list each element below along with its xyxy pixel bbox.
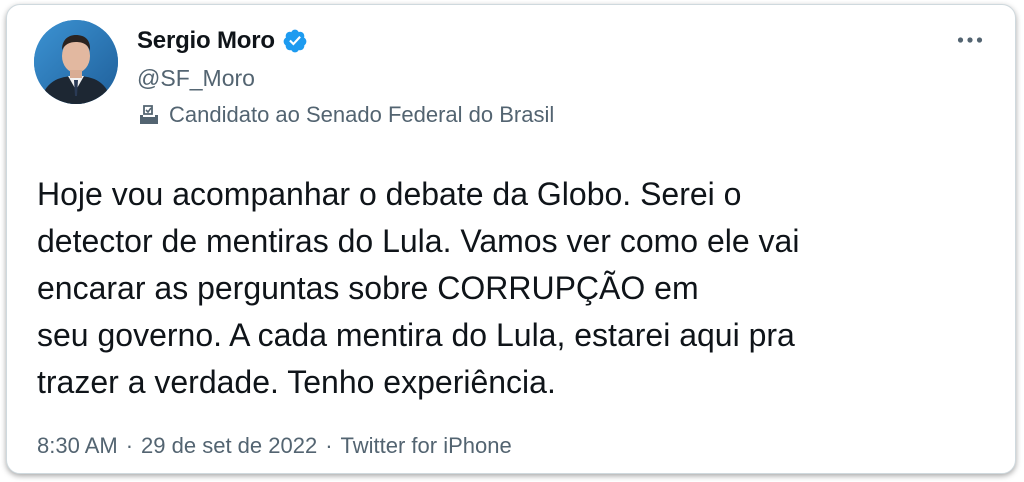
separator-dot: · xyxy=(125,433,134,458)
tweet-source[interactable]: Twitter for iPhone xyxy=(341,433,512,459)
avatar-image xyxy=(34,20,118,104)
tweet-text-line: seu governo. A cada mentira do Lula, est… xyxy=(37,317,795,353)
author-handle[interactable]: @SF_Moro xyxy=(137,65,255,92)
tweet-card: Sergio Moro @SF_Moro Candidato ao Senado… xyxy=(6,4,1016,474)
more-options-button[interactable] xyxy=(953,25,987,55)
account-label-text: Candidato ao Senado Federal do Brasil xyxy=(169,102,555,127)
more-horizontal-icon xyxy=(957,37,983,43)
verified-badge-icon xyxy=(282,28,308,54)
tweet-text-line: trazer a verdade. Tenho experiência. xyxy=(37,364,556,400)
tweet-text-line: detector de mentiras do Lula. Vamos ver … xyxy=(37,223,800,259)
tweet-text: Hoje vou acompanhar o debate da Globo. S… xyxy=(37,171,977,406)
tweet-text-line: Hoje vou acompanhar o debate da Globo. S… xyxy=(37,176,742,212)
separator-dot: · xyxy=(325,433,333,458)
ballot-box-icon xyxy=(137,103,161,127)
avatar[interactable] xyxy=(34,20,118,104)
author-name[interactable]: Sergio Moro xyxy=(137,27,275,55)
tweet-text-line: encarar as perguntas sobre CORRUPÇÃO em xyxy=(37,270,699,306)
author-name-row: Sergio Moro xyxy=(137,27,308,55)
tweet-date[interactable]: 29 de set de 2022 xyxy=(141,433,317,459)
tweet-time[interactable]: 8:30 AM xyxy=(37,433,118,459)
tweet-metadata: 8:30 AM · 29 de set de 2022 · Twitter fo… xyxy=(37,433,512,459)
account-label: Candidato ao Senado Federal do Brasil xyxy=(137,102,554,128)
